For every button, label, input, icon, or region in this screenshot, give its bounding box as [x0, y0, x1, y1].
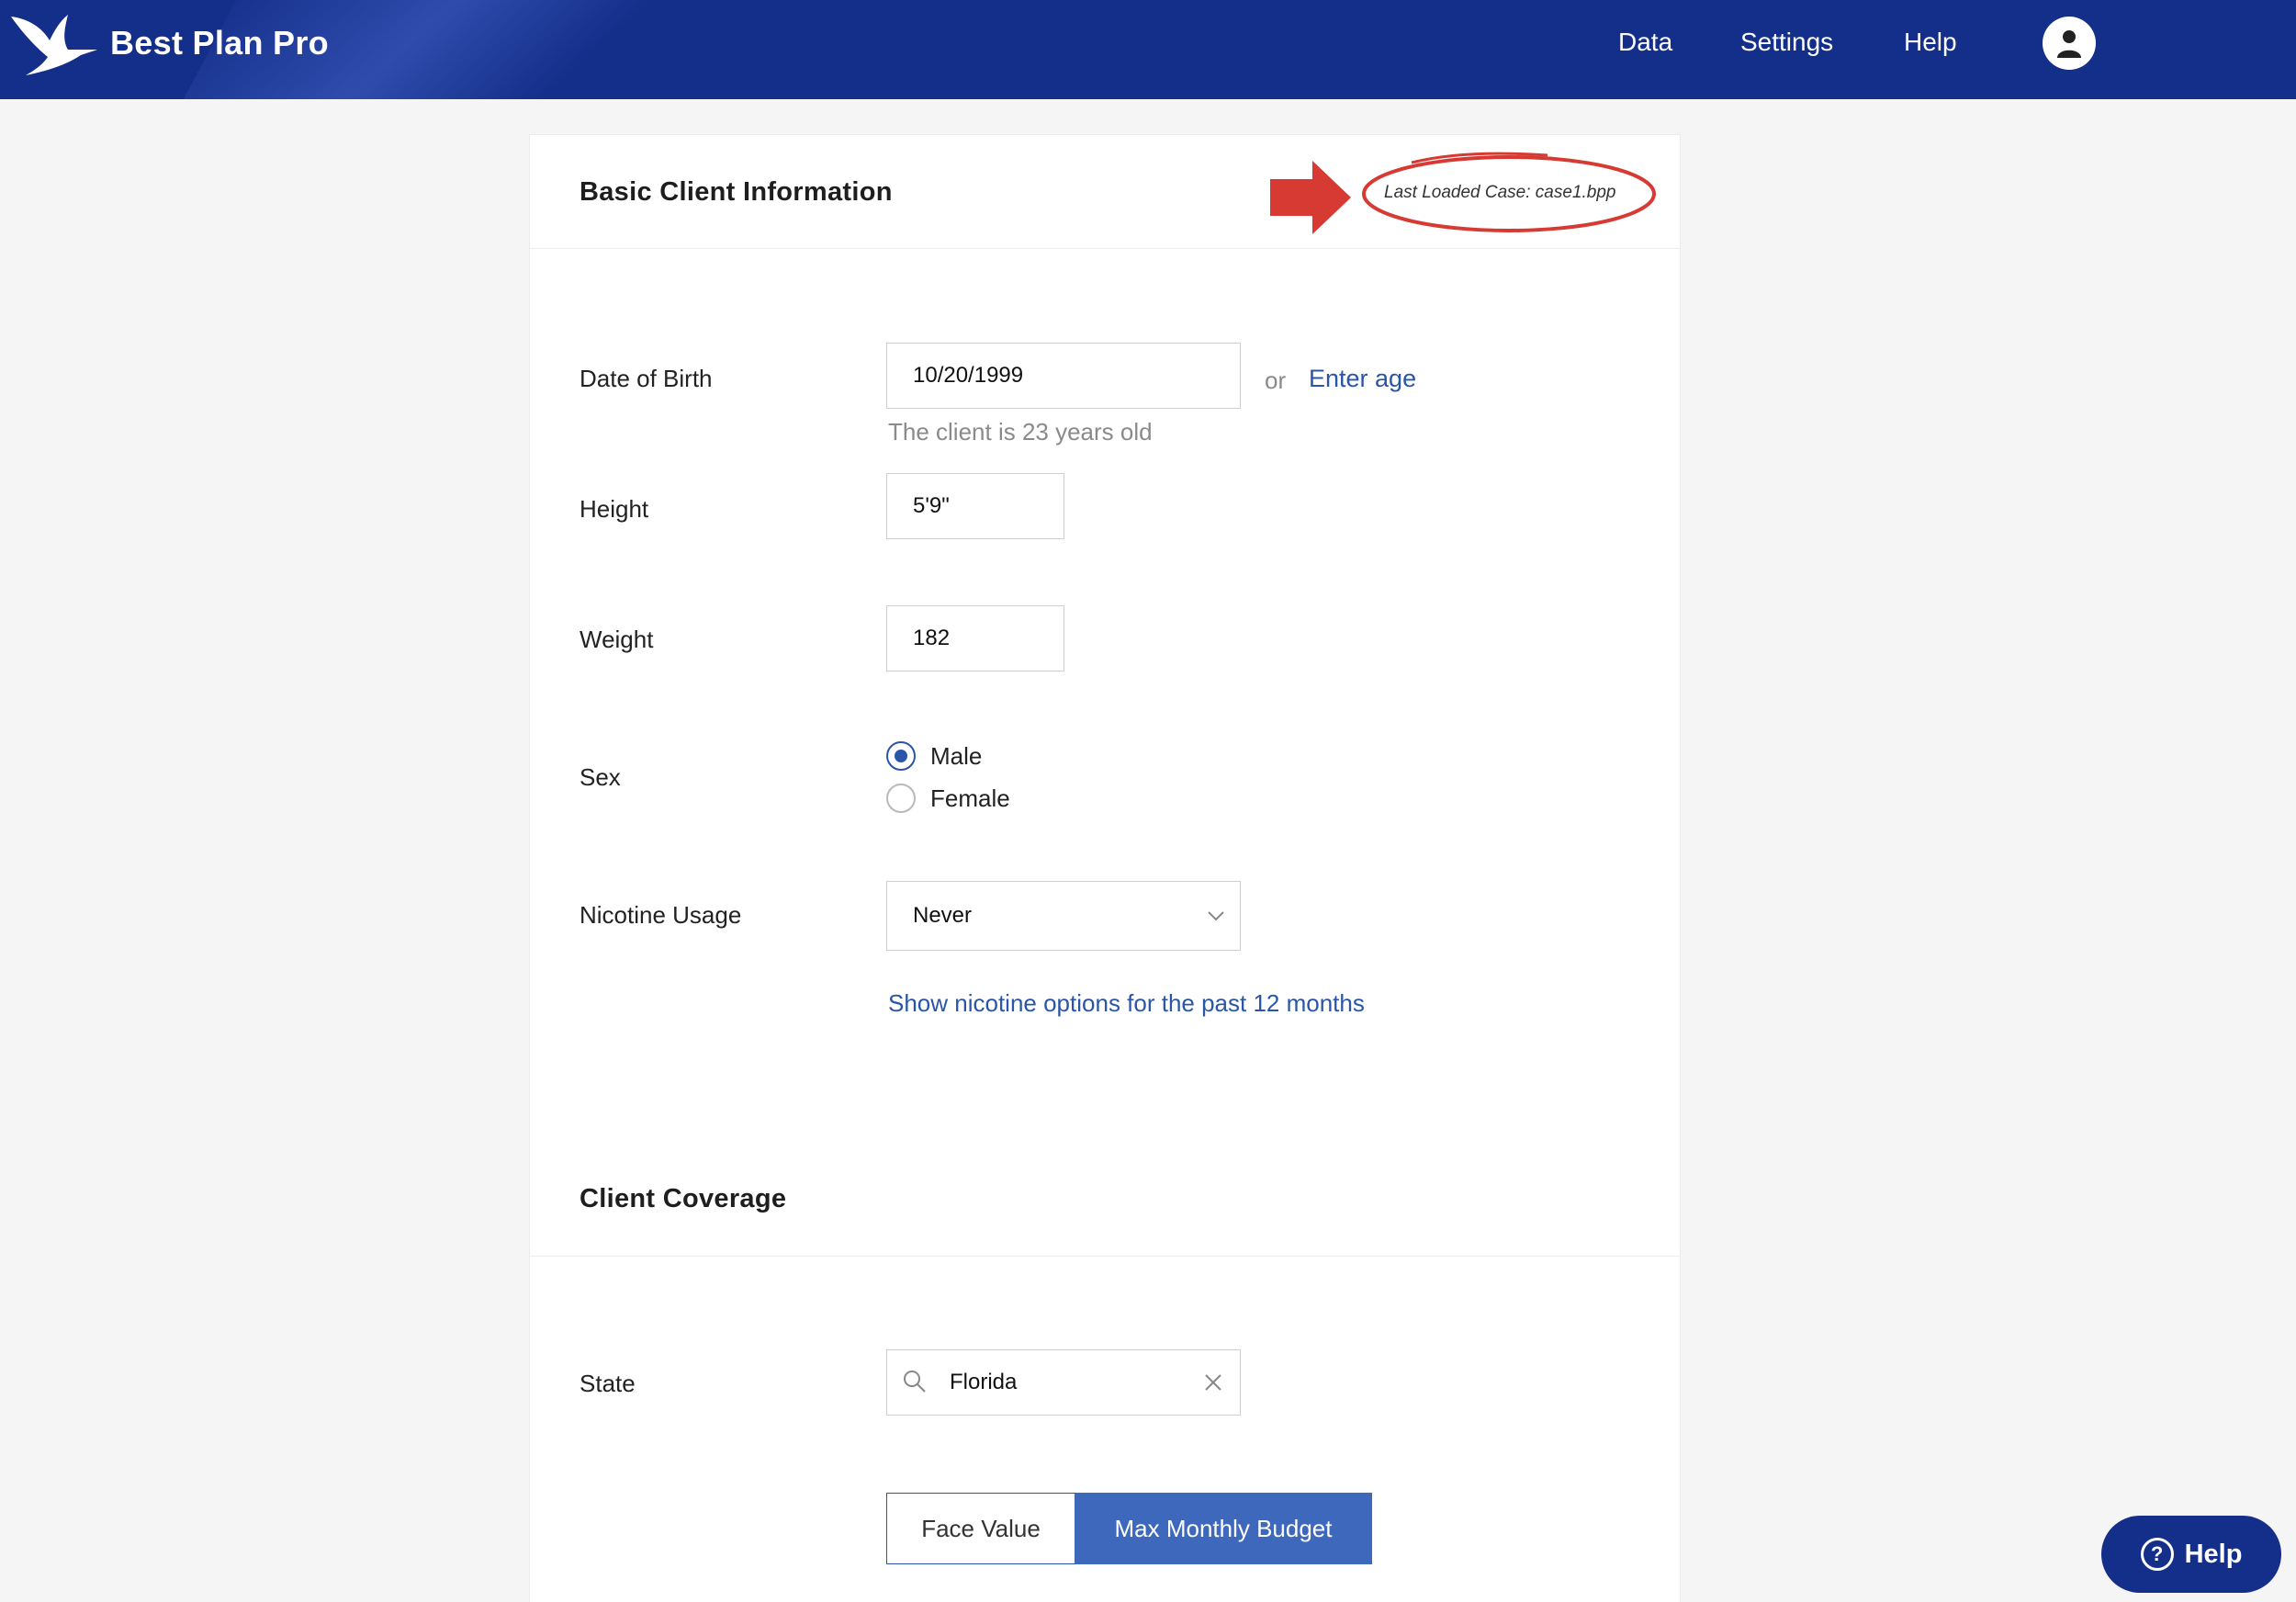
- search-icon: [904, 1371, 926, 1393]
- top-navigation-bar: Best Plan Pro Data Settings Help: [0, 0, 2296, 99]
- nicotine-options-link[interactable]: Show nicotine options for the past 12 mo…: [888, 989, 1365, 1018]
- basic-info-title: Basic Client Information: [580, 177, 893, 207]
- brand-name[interactable]: Best Plan Pro: [110, 24, 329, 62]
- coverage-divider: [530, 1256, 1680, 1257]
- sex-female-radio[interactable]: [886, 784, 916, 813]
- height-label: Height: [580, 495, 649, 523]
- state-search-input[interactable]: Florida: [886, 1349, 1241, 1416]
- nicotine-select[interactable]: Never: [886, 881, 1241, 951]
- question-circle-icon: ?: [2140, 1538, 2174, 1571]
- help-floating-button[interactable]: ? Help: [2101, 1516, 2281, 1593]
- basic-info-header: Basic Client Information Last Loaded Cas…: [530, 135, 1680, 249]
- nicotine-label: Nicotine Usage: [580, 901, 742, 929]
- sex-female-label[interactable]: Female: [930, 784, 1010, 813]
- weight-input[interactable]: 182: [886, 605, 1064, 671]
- enter-age-link[interactable]: Enter age: [1309, 365, 1416, 393]
- state-value: Florida: [950, 1370, 1018, 1394]
- bird-logo-icon: [11, 15, 97, 75]
- help-button-label: Help: [2184, 1539, 2243, 1569]
- last-loaded-case: Last Loaded Case: case1.bpp: [1384, 183, 1616, 202]
- user-icon: [2057, 30, 2081, 58]
- nav-data[interactable]: Data: [1618, 28, 1672, 57]
- face-value-toggle[interactable]: Face Value: [886, 1493, 1075, 1564]
- dob-label: Date of Birth: [580, 365, 713, 392]
- chevron-down-icon: [1208, 911, 1224, 921]
- dob-input[interactable]: 10/20/1999: [886, 343, 1241, 409]
- user-avatar-button[interactable]: [2043, 17, 2096, 70]
- sex-male-radio[interactable]: [886, 741, 916, 771]
- height-input[interactable]: 5'9": [886, 473, 1064, 539]
- clear-icon[interactable]: [1203, 1372, 1223, 1393]
- nav-help[interactable]: Help: [1904, 28, 1957, 57]
- coverage-title: Client Coverage: [580, 1184, 787, 1213]
- sex-label: Sex: [580, 763, 621, 791]
- client-form-card: Basic Client Information Last Loaded Cas…: [529, 134, 1681, 1602]
- state-label: State: [580, 1370, 636, 1397]
- max-monthly-budget-toggle[interactable]: Max Monthly Budget: [1075, 1493, 1372, 1564]
- weight-label: Weight: [580, 626, 654, 653]
- sex-male-label[interactable]: Male: [930, 742, 982, 771]
- or-text: or: [1265, 367, 1287, 394]
- nav-settings[interactable]: Settings: [1740, 28, 1833, 57]
- age-hint: The client is 23 years old: [888, 418, 1153, 446]
- nicotine-selected-value: Never: [913, 903, 973, 928]
